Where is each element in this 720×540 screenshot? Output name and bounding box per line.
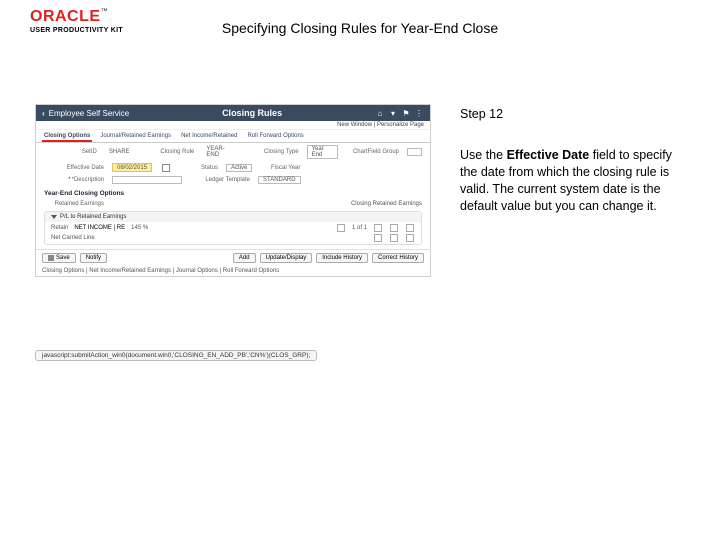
row-effective-date: Effective Date 08/02/2015 Status Active … — [36, 161, 430, 174]
pl-retained-title: P/L to Retained Earnings — [60, 214, 127, 220]
lab-ledger-template: Ledger Template — [190, 177, 250, 183]
logo-tm: ™ — [101, 8, 108, 15]
bottom-crumb: Closing Options | Net Income/Retained Ea… — [36, 266, 430, 276]
pl-retained-box: P/L to Retained Earnings Retain NET INCO… — [44, 211, 422, 245]
lab-fy: Fiscal Year — [260, 165, 300, 171]
save-button[interactable]: Save — [42, 253, 76, 263]
save-icon — [48, 255, 54, 261]
back-chevron-icon[interactable]: ‹ — [42, 109, 45, 118]
val-retain[interactable]: NET INCOME | RE — [74, 225, 125, 231]
lab-retain: Retain — [51, 225, 68, 231]
row-retained: Retained Earnings Closing Retained Earni… — [36, 199, 430, 209]
screenshot-thumbnail: ‹ Employee Self Service Closing Rules ⌂ … — [35, 104, 431, 277]
home-icon[interactable]: ⌂ — [375, 108, 385, 118]
sec-closing-retained: Closing Retained Earnings — [351, 201, 422, 207]
row-ids: SetID SHARE Closing Rule YEAR-END Closin… — [36, 143, 430, 161]
correct-history-button[interactable]: Correct History — [372, 253, 424, 263]
del-row-icon[interactable] — [406, 224, 414, 232]
lookup-icon[interactable] — [374, 234, 382, 242]
lab-cf-group: ChartField Group — [346, 149, 399, 155]
sel-status[interactable]: Active — [226, 164, 252, 172]
instr-pre: Use the — [460, 148, 507, 162]
sel-ledger-template[interactable]: STANDARD — [258, 176, 301, 184]
pct: 145 % — [131, 225, 148, 231]
notify-button[interactable]: Notify — [80, 253, 107, 263]
tab-closing-options[interactable]: Closing Options — [42, 132, 92, 142]
pl-row-1: Retain NET INCOME | RE 145 % 1 of 1 — [51, 224, 415, 232]
sel-closing-type[interactable]: Year End — [307, 145, 339, 159]
net-carried: Net Carried Line — [51, 235, 95, 241]
back-label[interactable]: Employee Self Service — [49, 109, 129, 118]
add-row-icon[interactable] — [390, 224, 398, 232]
minus-icon[interactable] — [406, 234, 414, 242]
tab-journal-retained[interactable]: Journal/Retained Earnings — [98, 132, 173, 142]
lab-closing-type: Closing Type — [246, 149, 299, 155]
shot-title: Closing Rules — [129, 108, 375, 118]
next-icon[interactable] — [374, 224, 382, 232]
menu-icon[interactable]: ⋮ — [414, 108, 424, 118]
pl-row-2: Net Carried Line — [51, 234, 415, 242]
search-icon[interactable]: ▾ — [388, 108, 398, 118]
instr-bold: Effective Date — [507, 148, 590, 162]
sel-cf-group[interactable] — [407, 148, 422, 156]
update-button[interactable]: Update/Display — [260, 253, 313, 263]
lab-effective-date: Effective Date — [44, 165, 104, 171]
add-button[interactable]: Add — [233, 253, 256, 263]
effective-date-field[interactable]: 08/02/2015 — [112, 163, 152, 172]
val-setid: SHARE — [105, 148, 134, 157]
sec-year-end-options: Year-End Closing Options — [36, 188, 430, 199]
row-description: **Description Ledger Template STANDARD — [36, 174, 430, 186]
lab-setid: SetID — [44, 149, 97, 155]
val-closing-rule: YEAR-END — [202, 148, 237, 157]
status-url: javascript:submitAction_win0(document.wi… — [35, 350, 317, 361]
doc-title: Specifying Closing Rules for Year-End Cl… — [0, 20, 720, 36]
include-history-button[interactable]: Include History — [316, 253, 368, 263]
step-label: Step 12 — [460, 106, 690, 123]
shot-titlebar: ‹ Employee Self Service Closing Rules ⌂ … — [36, 105, 430, 121]
instructions-panel: Step 12 Use the Effective Date field to … — [460, 106, 690, 214]
plus-icon[interactable] — [390, 234, 398, 242]
description-input[interactable] — [112, 176, 182, 184]
lab-description: **Description — [44, 177, 104, 183]
flag-icon[interactable]: ⚑ — [401, 108, 411, 118]
shot-tabs: Closing Options Journal/Retained Earning… — [36, 130, 430, 143]
lab-retained: Retained Earnings — [44, 201, 104, 207]
row-count: 1 of 1 — [352, 225, 367, 231]
calendar-icon[interactable] — [162, 164, 170, 172]
tab-roll-forward[interactable]: Roll Forward Options — [245, 132, 305, 142]
footer-bar: Save Notify Add Update/Display Include H… — [36, 249, 430, 266]
shot-corner-links[interactable]: New Window | Personalize Page — [36, 121, 430, 130]
prev-icon[interactable] — [337, 224, 345, 232]
instruction-text: Use the Effective Date field to specify … — [460, 147, 690, 215]
tab-net-income[interactable]: Net Income/Retained — [179, 132, 239, 142]
lab-closing-rule: Closing Rule — [142, 149, 195, 155]
lab-status: Status — [178, 165, 218, 171]
chevron-down-icon — [51, 215, 57, 219]
pl-retained-header[interactable]: P/L to Retained Earnings — [45, 212, 421, 222]
